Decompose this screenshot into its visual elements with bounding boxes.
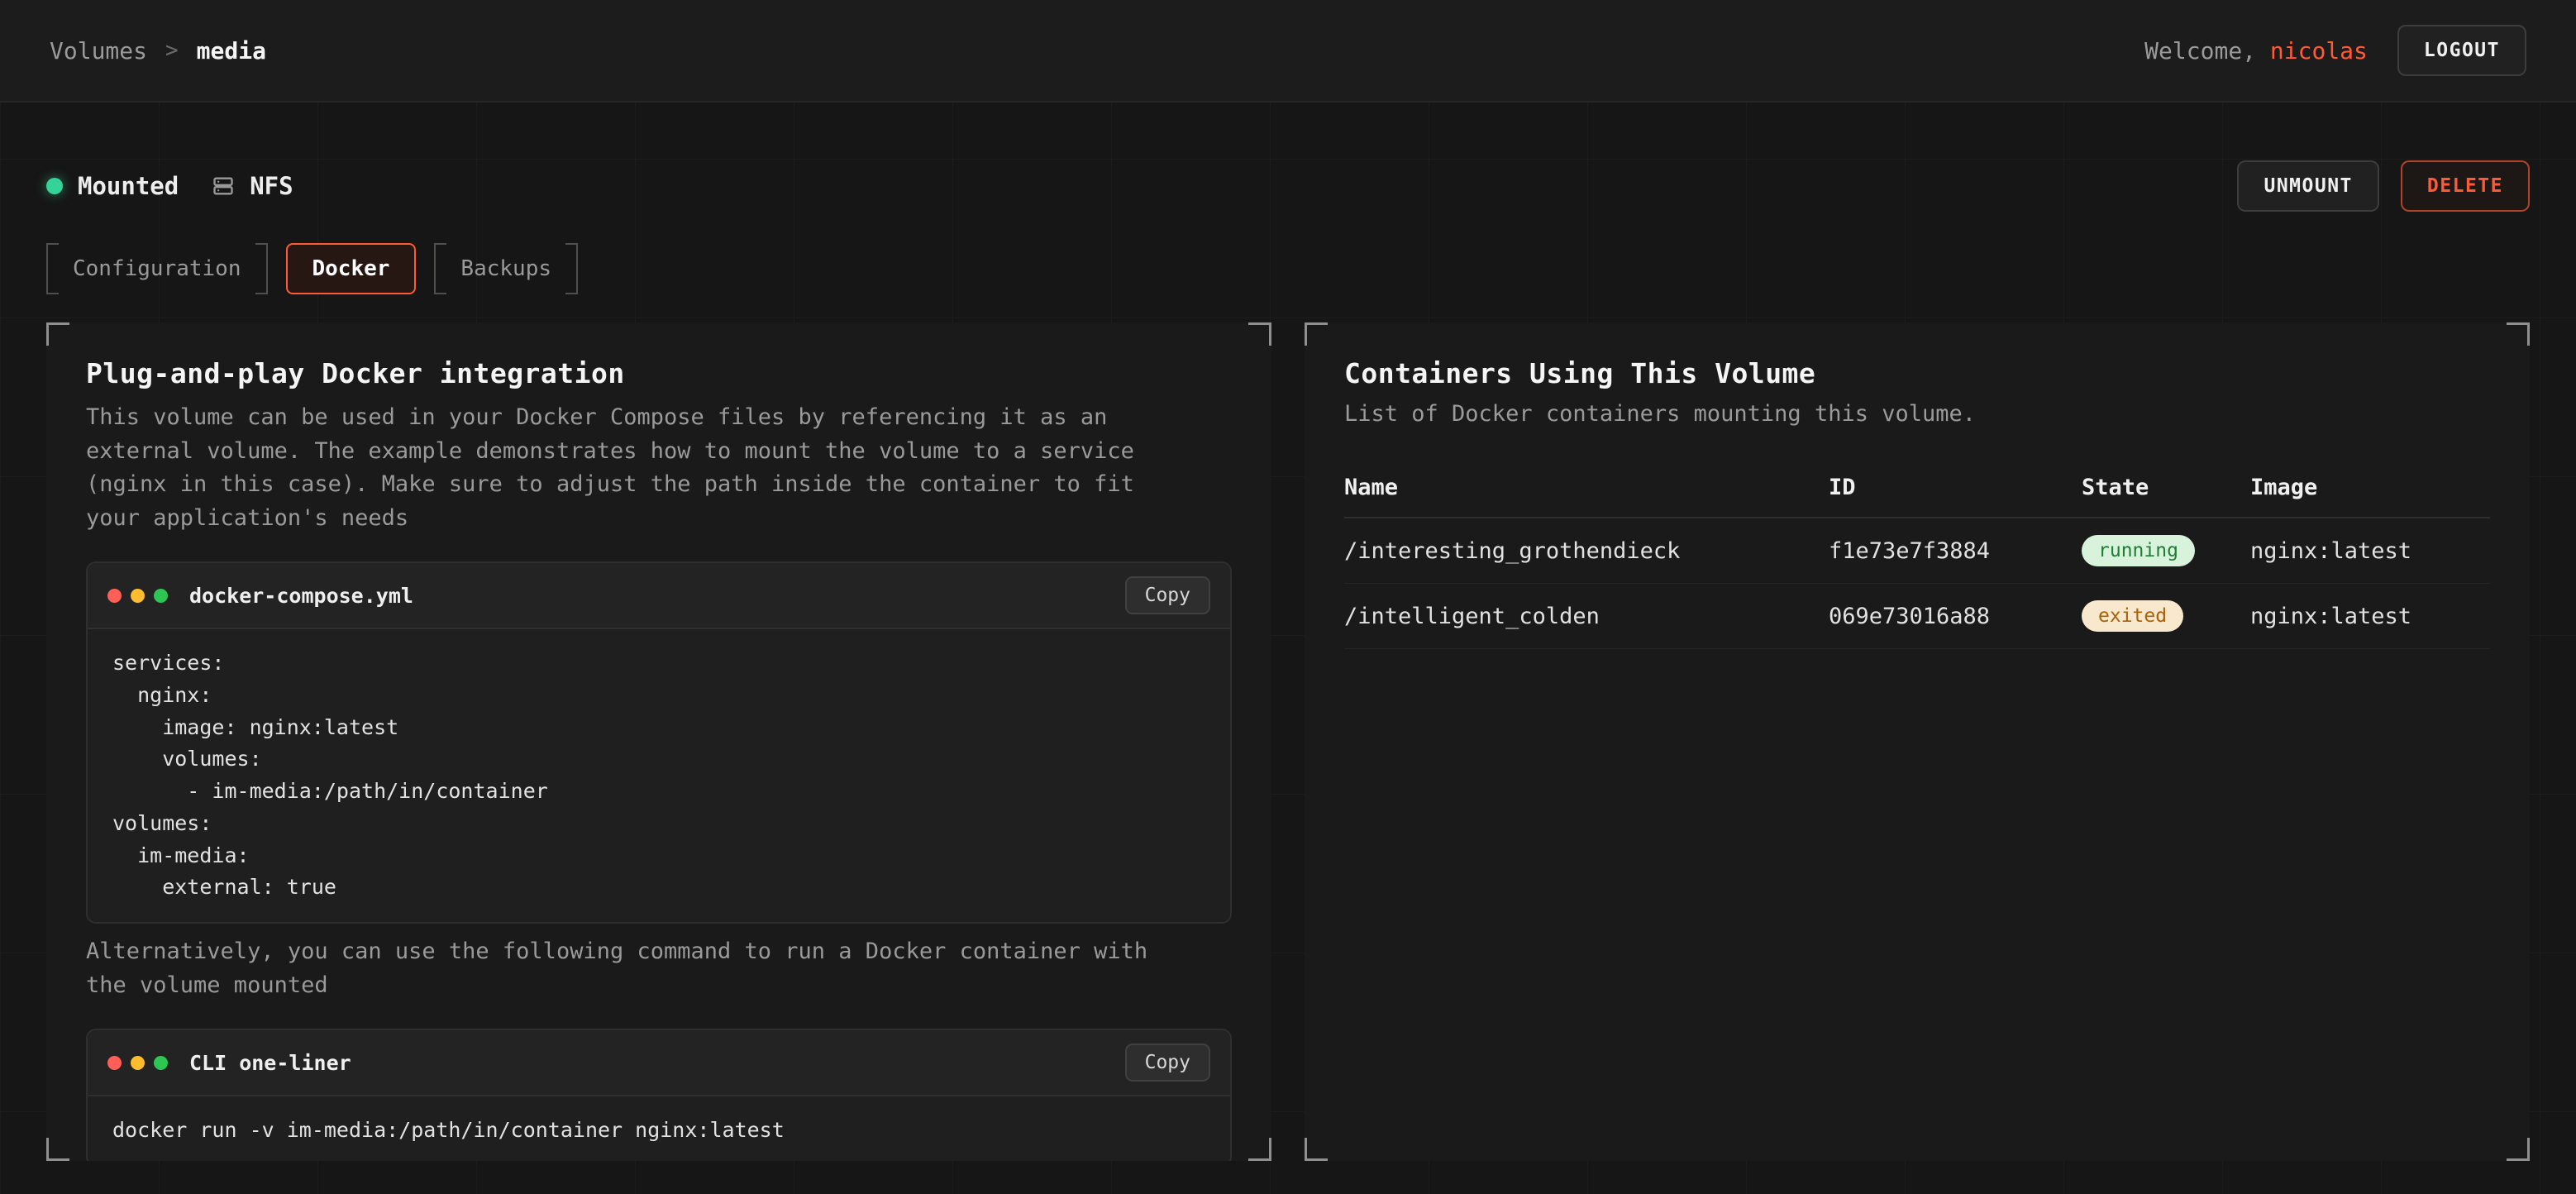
container-name: /intelligent_colden (1344, 604, 1829, 629)
container-state-cell: exited (2082, 600, 2250, 632)
container-id: 069e73016a88 (1829, 604, 2082, 629)
window-dot-maximize-icon (154, 589, 168, 603)
code-window-header: docker-compose.yml Copy (88, 563, 1230, 629)
container-id: f1e73e7f3884 (1829, 538, 2082, 564)
code-filename: docker-compose.yml (189, 584, 413, 608)
corner-bracket-icon (2507, 322, 2530, 346)
username: nicolas (2270, 37, 2368, 64)
window-dot-close-icon (107, 1056, 122, 1070)
status-badge: running (2082, 535, 2195, 566)
table-header-row: Name ID State Image (1344, 461, 2490, 518)
main-content: Mounted NFS UNMOUNT DELETE Configuration… (0, 103, 2576, 1161)
code-body: docker run -v im-media:/path/in/containe… (88, 1096, 1230, 1161)
tab-backups[interactable]: Backups (434, 243, 578, 294)
table-row: /intelligent_colden 069e73016a88 exited … (1344, 584, 2490, 649)
panel-title: Containers Using This Volume (1344, 357, 2490, 389)
tab-configuration[interactable]: Configuration (46, 243, 268, 294)
window-dot-minimize-icon (131, 589, 145, 603)
copy-compose-button[interactable]: Copy (1125, 576, 1210, 614)
status-badge: exited (2082, 600, 2183, 632)
compose-code-window: docker-compose.yml Copy services: nginx:… (86, 561, 1232, 924)
docker-integration-panel: Plug-and-play Docker integration This vo… (46, 322, 1271, 1161)
window-controls (107, 589, 168, 603)
containers-table: Name ID State Image /interesting_grothen… (1344, 461, 2490, 649)
panel-subtitle: List of Docker containers mounting this … (1344, 401, 2490, 427)
code-body: services: nginx: image: nginx:latest vol… (88, 629, 1230, 922)
mounted-status-dot (46, 178, 63, 194)
volume-status: Mounted NFS (46, 172, 293, 200)
breadcrumb: Volumes > media (50, 37, 266, 64)
column-header-name: Name (1344, 475, 1829, 500)
header-right: Welcome, nicolas LOGOUT (2144, 25, 2526, 76)
welcome-prefix: Welcome, (2144, 37, 2256, 64)
corner-bracket-icon (1305, 1138, 1328, 1161)
logout-button[interactable]: LOGOUT (2397, 25, 2526, 76)
container-state-cell: running (2082, 535, 2250, 566)
column-header-state: State (2082, 475, 2250, 500)
cli-intro-text: Alternatively, you can use the following… (86, 935, 1169, 1002)
window-dot-close-icon (107, 589, 122, 603)
column-header-image: Image (2250, 475, 2490, 500)
corner-bracket-icon (46, 1138, 69, 1161)
welcome-text: Welcome, nicolas (2144, 37, 2368, 64)
corner-bracket-icon (1305, 322, 1328, 346)
corner-bracket-icon (1248, 322, 1271, 346)
fs-type-label: NFS (250, 172, 293, 200)
code-filename: CLI one-liner (189, 1051, 351, 1075)
mounted-label: Mounted (78, 172, 179, 200)
window-controls (107, 1056, 168, 1070)
window-dot-maximize-icon (154, 1056, 168, 1070)
corner-bracket-icon (1248, 1138, 1271, 1161)
copy-cli-button[interactable]: Copy (1125, 1044, 1210, 1082)
tab-label: Configuration (73, 256, 241, 281)
cli-code-window: CLI one-liner Copy docker run -v im-medi… (86, 1029, 1232, 1161)
container-image: nginx:latest (2250, 604, 2490, 629)
container-name: /interesting_grothendieck (1344, 538, 1829, 564)
breadcrumb-current: media (197, 37, 266, 64)
containers-panel: Containers Using This Volume List of Doc… (1305, 322, 2530, 1161)
window-dot-minimize-icon (131, 1056, 145, 1070)
chevron-right-icon: > (165, 38, 179, 63)
tab-docker[interactable]: Docker (286, 243, 417, 294)
tab-label: Backups (460, 256, 551, 281)
delete-button[interactable]: DELETE (2401, 160, 2530, 212)
unmount-button[interactable]: UNMOUNT (2237, 160, 2378, 212)
code-window-header: CLI one-liner Copy (88, 1030, 1230, 1096)
panels: Plug-and-play Docker integration This vo… (46, 322, 2530, 1161)
server-icon (212, 174, 235, 198)
breadcrumb-volumes-link[interactable]: Volumes (50, 37, 147, 64)
tab-bar: Configuration Docker Backups (46, 243, 2530, 294)
table-row: /interesting_grothendieck f1e73e7f3884 r… (1344, 518, 2490, 584)
container-image: nginx:latest (2250, 538, 2490, 564)
status-row: Mounted NFS UNMOUNT DELETE (46, 162, 2530, 210)
tab-label: Docker (312, 256, 390, 281)
panel-title: Plug-and-play Docker integration (86, 357, 1232, 389)
compose-code: services: nginx: image: nginx:latest vol… (112, 647, 1205, 904)
volume-actions: UNMOUNT DELETE (2237, 160, 2530, 212)
top-bar: Volumes > media Welcome, nicolas LOGOUT (0, 0, 2576, 103)
column-header-id: ID (1829, 475, 2082, 500)
cli-code: docker run -v im-media:/path/in/containe… (112, 1115, 1205, 1147)
panel-description: This volume can be used in your Docker C… (86, 401, 1169, 535)
corner-bracket-icon (2507, 1138, 2530, 1161)
corner-bracket-icon (46, 322, 69, 346)
